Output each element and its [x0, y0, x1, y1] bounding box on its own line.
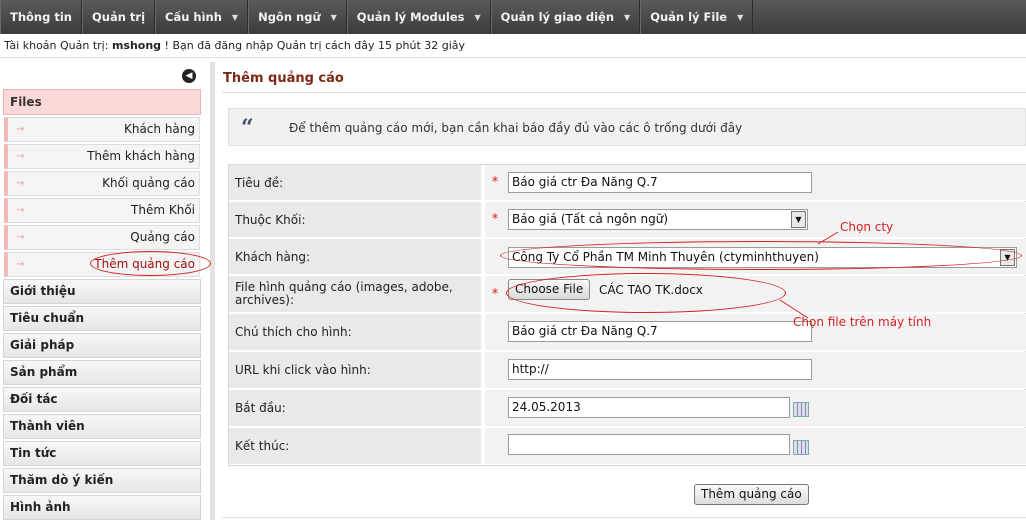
- nav-item-quan-ly-giao-dien[interactable]: Quản lý giao diện ▼: [490, 0, 641, 34]
- nav-item-quan-ly-modules[interactable]: Quản lý Modules ▼: [346, 0, 491, 34]
- annotation-ellipse-sidebar: [90, 251, 211, 276]
- sidebar-item-label: Quảng cáo: [130, 230, 195, 244]
- caption-label: Chú thích cho hình:: [229, 314, 482, 350]
- nav-label: Quản lý giao diện: [500, 10, 615, 24]
- nav-label: Thông tin: [10, 10, 72, 24]
- required-mark: *: [485, 165, 505, 200]
- nav-label: Ngôn ngữ: [258, 10, 321, 24]
- divider: [222, 517, 1026, 518]
- required-mark: *: [485, 276, 505, 312]
- arrow-right-icon: →: [16, 124, 25, 135]
- sidebar-item-gioi-thieu[interactable]: Giới thiệu: [3, 279, 201, 304]
- sidebar-divider[interactable]: [210, 62, 215, 520]
- start-date-label: Bắt đầu:: [229, 390, 482, 426]
- chevron-down-icon: ▼: [474, 12, 481, 22]
- chevron-down-icon: ▼: [330, 12, 337, 22]
- quote-icon: “: [241, 115, 254, 141]
- arrow-right-icon: →: [16, 178, 25, 189]
- divider: [222, 92, 1026, 93]
- chevron-down-icon: ▼: [624, 12, 631, 22]
- sidebar-item-khach-hang[interactable]: → Khách hàng: [4, 117, 200, 142]
- sidebar-item-label: Thêm khách hàng: [87, 149, 195, 163]
- sidebar-item-tham-do-y-kien[interactable]: Thăm dò ý kiến: [3, 468, 201, 493]
- nav-item-thong-tin[interactable]: Thông tin: [0, 0, 82, 34]
- chevron-down-icon: ▼: [737, 12, 744, 22]
- form-row-url: URL khi click vào hình: http://: [229, 352, 1026, 389]
- nav-label: Quản lý Modules: [356, 10, 465, 24]
- arrow-right-icon: →: [16, 151, 25, 162]
- add-ad-submit-button[interactable]: Thêm quảng cáo: [694, 484, 809, 505]
- sidebar-item-label: Thêm Khối: [131, 203, 195, 217]
- client-label: Khách hàng:: [229, 239, 482, 274]
- sidebar-item-tin-tuc[interactable]: Tin tức: [3, 441, 201, 466]
- form-row-title: Tiêu đề: * Báo giá ctr Đa Năng Q.7: [229, 165, 1026, 201]
- nav-item-cau-hinh[interactable]: Cấu hình ▼: [155, 0, 249, 34]
- sidebar-item-doi-tac[interactable]: Đối tác: [3, 387, 201, 412]
- nav-label: Cấu hình: [165, 10, 222, 24]
- calendar-icon[interactable]: [793, 402, 809, 417]
- chevron-down-icon: ▼: [231, 12, 239, 22]
- block-select-value: Báo giá (Tất cả ngôn ngữ): [512, 212, 669, 226]
- annotation-ellipse-file: [506, 273, 786, 313]
- required-mark: *: [485, 202, 505, 237]
- notice-message: Để thêm quảng cáo mới, bạn cần khai báo …: [289, 121, 743, 135]
- title-input[interactable]: Báo giá ctr Đa Năng Q.7: [508, 172, 812, 193]
- form-row-block: Thuộc Khối: * Báo giá (Tất cả ngôn ngữ) …: [229, 202, 1026, 238]
- login-info-prefix: Tài khoản Quản trị:: [4, 39, 112, 52]
- nav-item-ngon-ngu[interactable]: Ngôn ngữ ▼: [248, 0, 347, 34]
- arrow-right-icon: →: [16, 232, 25, 243]
- sidebar-item-san-pham[interactable]: Sản phẩm: [3, 360, 201, 385]
- block-select[interactable]: Báo giá (Tất cả ngôn ngữ) ▼: [508, 209, 808, 230]
- form-row-end-date: Kết thúc:: [229, 428, 1026, 465]
- url-label: URL khi click vào hình:: [229, 352, 482, 388]
- sidebar-item-label: Khối quảng cáo: [102, 176, 195, 190]
- sidebar-section-files[interactable]: Files: [3, 89, 201, 115]
- caption-input[interactable]: Báo giá ctr Đa Năng Q.7: [508, 321, 812, 342]
- sidebar-item-tieu-chuan[interactable]: Tiêu chuẩn: [3, 306, 201, 331]
- top-nav: Thông tin Quản trị Cấu hình ▼ Ngôn ngữ ▼ Q…: [0, 0, 1026, 34]
- sidebar-item-hinh-anh[interactable]: Hình ảnh: [3, 495, 201, 520]
- triangle-down-icon: ▼: [791, 211, 806, 228]
- login-info-bar: Tài khoản Quản trị: mshong ! Bạn đã đăng…: [0, 34, 1026, 58]
- page-title: Thêm quảng cáo: [223, 71, 344, 86]
- form-row-start-date: Bắt đầu: 24.05.2013: [229, 390, 1026, 427]
- sidebar-item-khoi-quang-cao[interactable]: → Khối quảng cáo: [4, 171, 200, 196]
- file-label: File hình quảng cáo (images, adobe, arch…: [229, 276, 482, 312]
- nav-label: Quản lý File: [650, 10, 728, 24]
- arrow-right-icon: →: [16, 205, 25, 216]
- title-label: Tiêu đề:: [229, 165, 482, 200]
- sidebar-item-them-khach-hang[interactable]: → Thêm khách hàng: [4, 144, 200, 169]
- annotation-choose-company: Chọn cty: [840, 220, 894, 234]
- annotation-ellipse-client: [500, 241, 1022, 270]
- start-date-input[interactable]: 24.05.2013: [508, 397, 790, 418]
- end-date-input[interactable]: [508, 434, 790, 455]
- login-info-suffix: ! Bạn đã đăng nhập Quản trị cách đây 15 …: [161, 39, 466, 52]
- sidebar-item-thanh-vien[interactable]: Thành viên: [3, 414, 201, 439]
- block-label: Thuộc Khối:: [229, 202, 482, 237]
- collapse-sidebar-icon[interactable]: ◀: [182, 69, 196, 83]
- end-date-label: Kết thúc:: [229, 428, 482, 464]
- calendar-icon[interactable]: [793, 440, 809, 455]
- sidebar-item-quang-cao[interactable]: → Quảng cáo: [4, 225, 200, 250]
- nav-label: Quản trị: [91, 10, 146, 24]
- nav-item-quan-ly-file[interactable]: Quản lý File ▼: [640, 0, 754, 34]
- sidebar-item-them-khoi[interactable]: → Thêm Khối: [4, 198, 200, 223]
- username: mshong: [111, 39, 162, 52]
- sidebar: ◀ Files → Khách hàng → Thêm khách hàng → Kh…: [0, 62, 205, 520]
- url-input[interactable]: http://: [508, 359, 812, 380]
- sidebar-item-giai-phap[interactable]: Giải pháp: [3, 333, 201, 358]
- annotation-choose-file: Chọn file trên máy tính: [793, 315, 932, 329]
- nav-item-quan-tri[interactable]: Quản trị: [81, 0, 156, 34]
- notice-box: “ Để thêm quảng cáo mới, bạn cần khai bá…: [228, 108, 1026, 146]
- arrow-right-icon: →: [16, 259, 25, 270]
- sidebar-item-label: Khách hàng: [123, 122, 195, 136]
